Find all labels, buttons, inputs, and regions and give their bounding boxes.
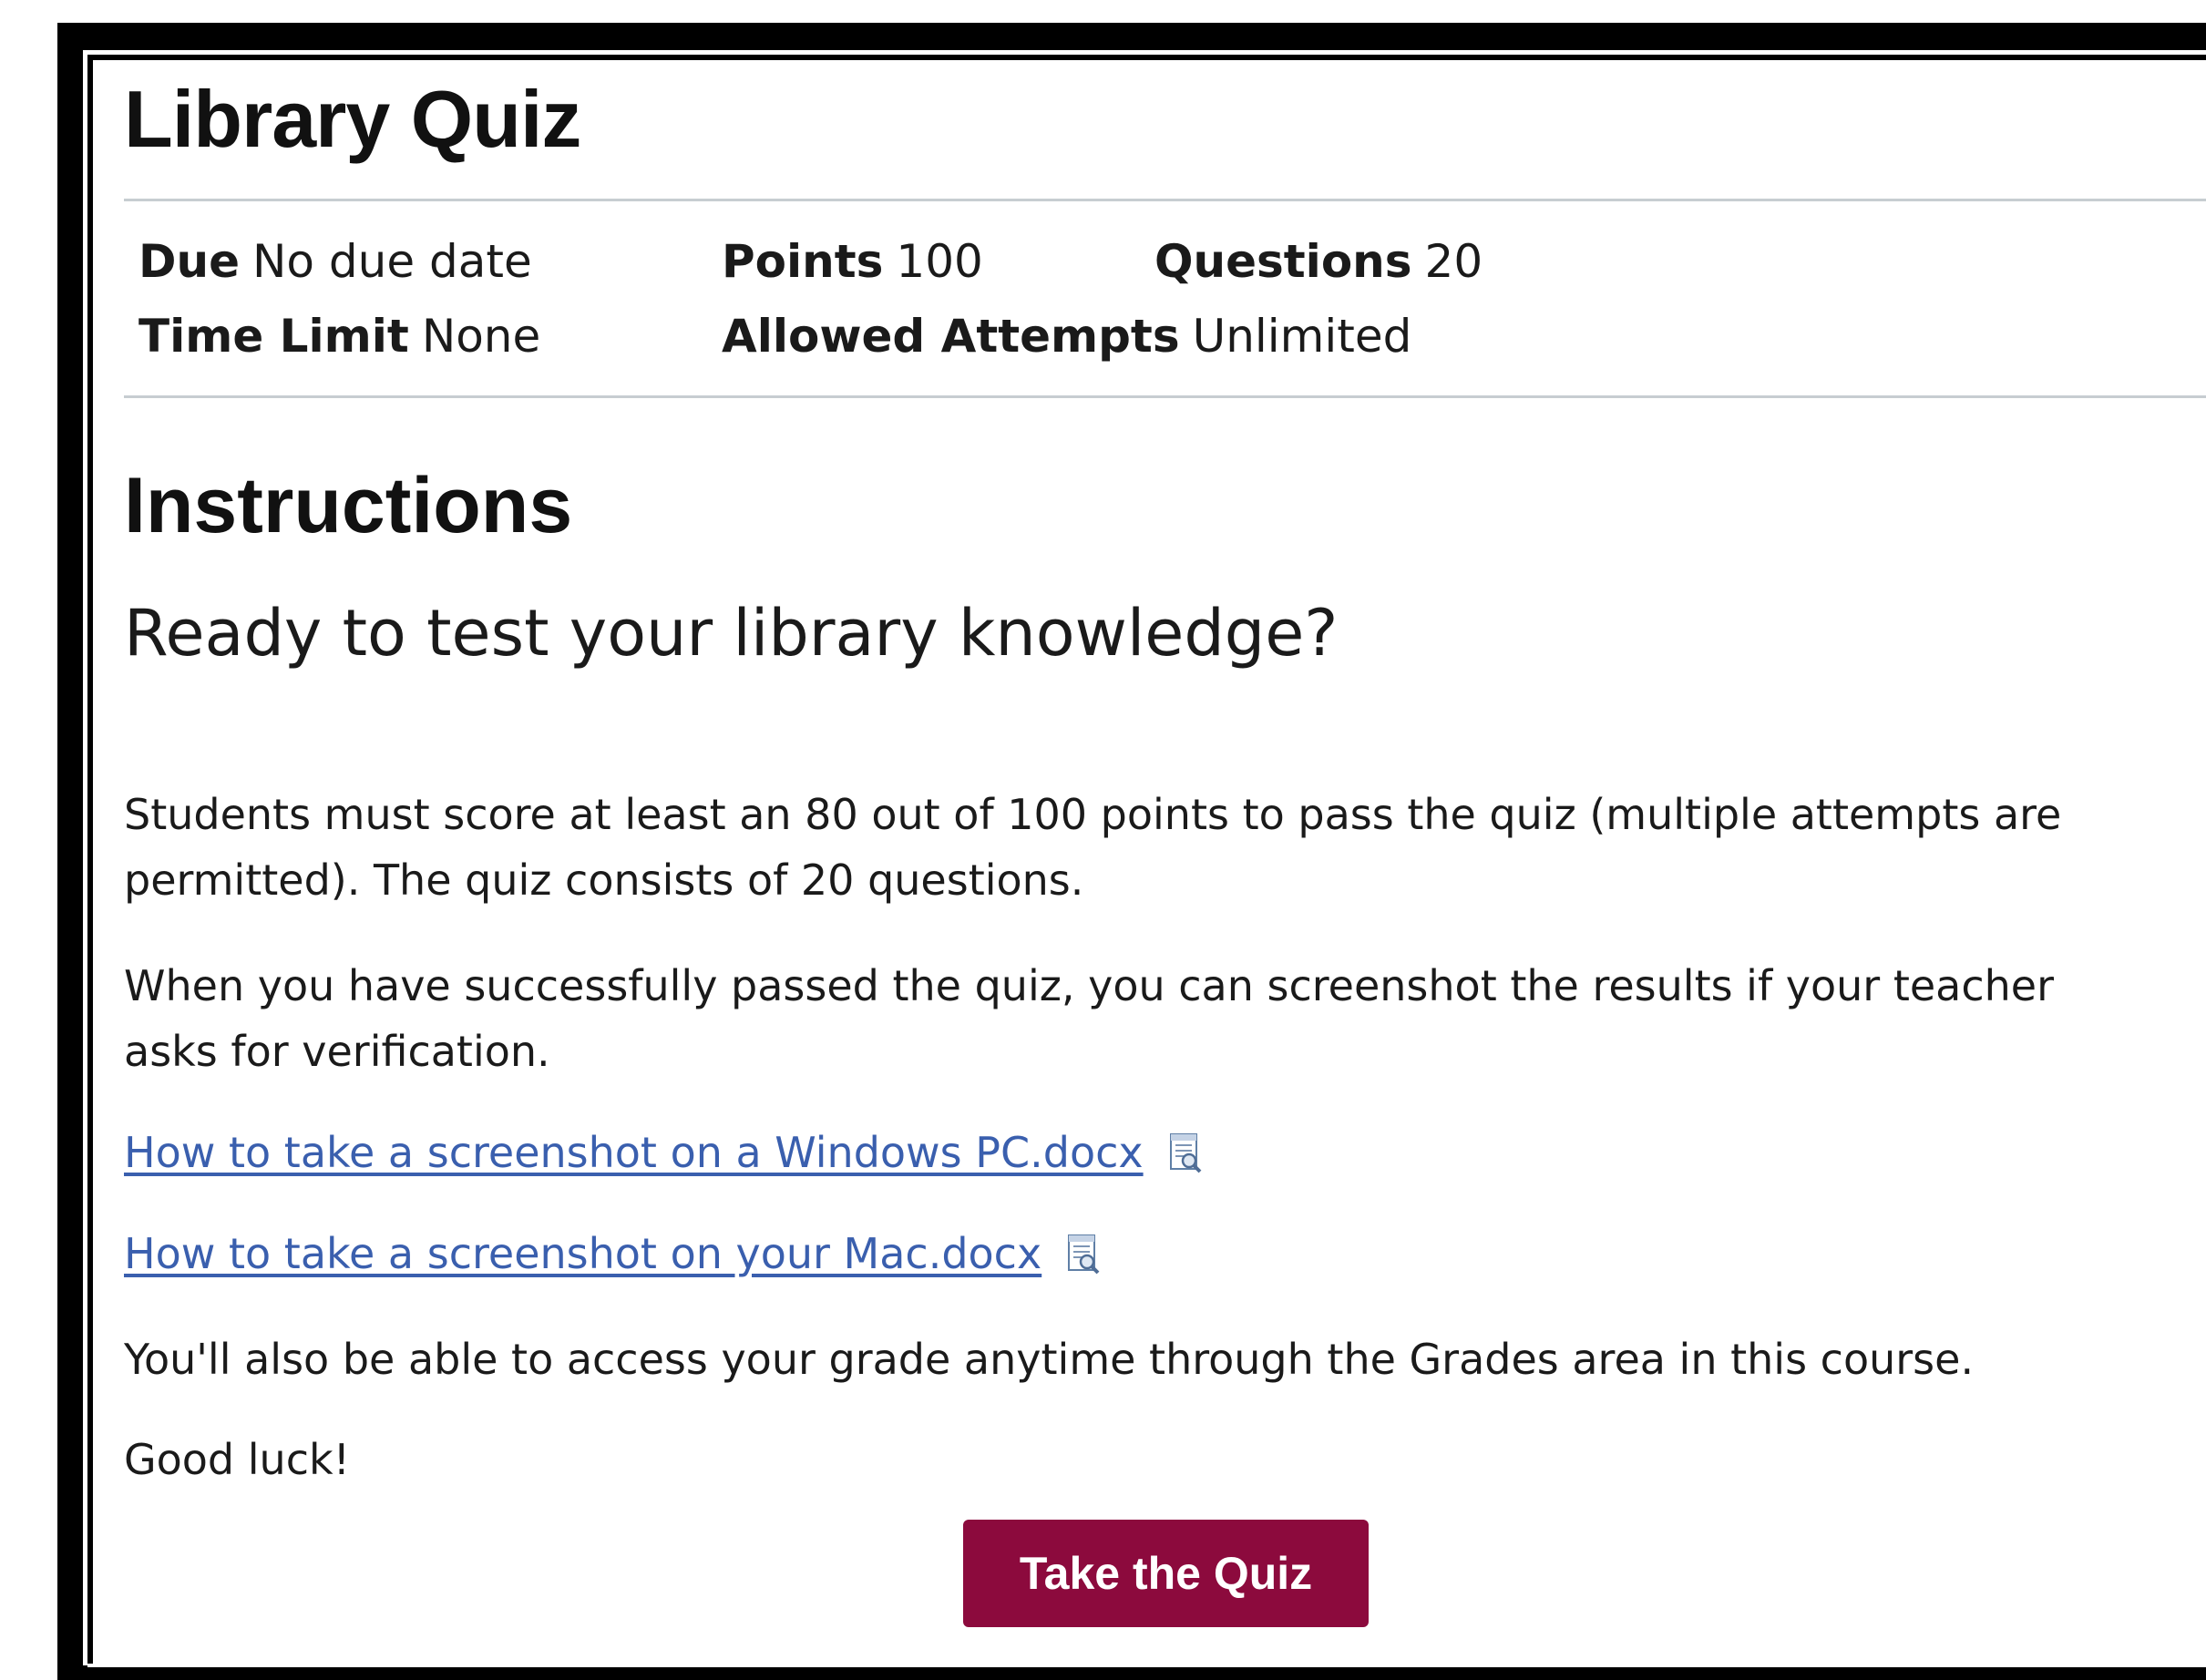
instructions-paragraph-grades: You'll also be able to access your grade… [124,1335,1975,1384]
instructions-paragraph-score: Students must score at least an 80 out o… [124,782,2201,913]
take-quiz-button[interactable]: Take the Quiz [963,1520,1369,1627]
details-divider [124,395,2206,398]
mac-screenshot-file-row: How to take a screenshot on your Mac.doc… [124,1229,1102,1278]
time-limit-value: None [421,310,541,363]
points-detail: Points 100 [722,235,983,288]
time-limit-detail: Time Limit None [139,310,540,363]
title-divider [124,199,2206,201]
instructions-paragraph-good-luck: Good luck! [124,1435,351,1484]
frame-border-bottom [57,1665,2206,1680]
due-label: Due [139,235,241,288]
windows-screenshot-file-row: How to take a screenshot on a Windows PC… [124,1128,1204,1177]
windows-screenshot-file-link[interactable]: How to take a screenshot on a Windows PC… [124,1128,1144,1177]
due-value: No due date [252,235,532,288]
paragraph-line: When you have successfully passed the qu… [124,961,2055,1010]
questions-label: Questions [1154,235,1412,288]
paragraph-line: Students must score at least an 80 out o… [124,790,2062,839]
points-label: Points [722,235,884,288]
paragraph-line: permitted). The quiz consists of 20 ques… [124,855,1084,905]
due-detail: Due No due date [139,235,532,288]
time-limit-label: Time Limit [139,310,409,363]
frame-inner-line-bottom [87,1664,2206,1667]
allowed-attempts-label: Allowed Attempts [722,310,1180,363]
allowed-attempts-detail: Allowed Attempts Unlimited [722,310,1411,363]
document-preview-icon[interactable] [1065,1233,1102,1275]
mac-screenshot-file-link[interactable]: How to take a screenshot on your Mac.doc… [124,1229,1041,1278]
questions-value: 20 [1424,235,1483,288]
instructions-paragraph-screenshot: When you have successfully passed the qu… [124,953,2201,1084]
screenshot-frame: Library Quiz Due No due date Points 100 Qu… [0,0,2206,1680]
questions-detail: Questions 20 [1154,235,1483,288]
allowed-attempts-value: Unlimited [1192,310,1412,363]
paragraph-line: asks for verification. [124,1027,550,1076]
quiz-page: Library Quiz Due No due date Points 100 Qu… [93,60,2206,1664]
document-preview-icon[interactable] [1167,1132,1204,1173]
instructions-subheading: Ready to test your library knowledge? [124,596,1339,671]
points-value: 100 [896,235,983,288]
instructions-heading: Instructions [124,462,573,549]
page-title: Library Quiz [124,74,581,164]
